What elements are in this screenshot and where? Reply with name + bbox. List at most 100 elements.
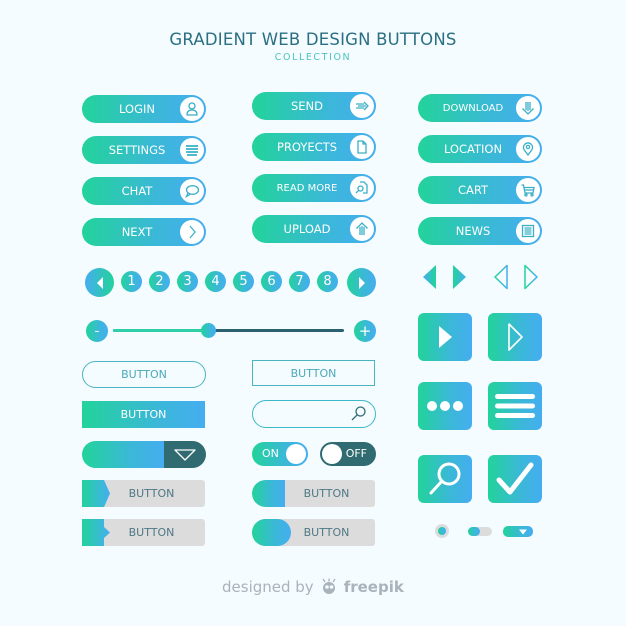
next-button[interactable]: NEXT: [82, 218, 206, 246]
footer-designed-by: designed by: [222, 578, 314, 596]
toggle-on[interactable]: ON: [252, 442, 308, 466]
slider-thumb[interactable]: [200, 323, 216, 338]
cart-icon: [516, 178, 540, 202]
dropdown-value: [82, 441, 164, 468]
location-button[interactable]: LOCATION: [418, 135, 542, 163]
page-7-button[interactable]: 7: [289, 271, 310, 292]
footer-brand: freepik: [343, 578, 404, 596]
search-square-button[interactable]: [418, 455, 472, 503]
grey-button-arrow-1[interactable]: BUTTON: [82, 480, 205, 507]
footer-credit: designed by freepik: [222, 578, 404, 596]
dropdown-select[interactable]: [82, 441, 206, 468]
outline-pill-button[interactable]: BUTTON: [82, 361, 206, 388]
more-button[interactable]: [418, 382, 472, 430]
page-4-button[interactable]: 4: [205, 271, 226, 292]
button-label: BUTTON: [128, 487, 175, 500]
triangle-left-icon[interactable]: [423, 265, 436, 289]
mini-toggle-knob: [468, 527, 480, 536]
search-input[interactable]: [263, 405, 352, 423]
notch-tab-icon: [82, 519, 110, 546]
document-search-icon: [350, 176, 374, 200]
hamburger-menu-icon: [495, 394, 535, 418]
arrow-tab-icon: [82, 480, 110, 507]
caret-down-icon: [519, 529, 527, 534]
settings-button[interactable]: SETTINGS: [82, 136, 206, 164]
menu-icon: [180, 138, 204, 162]
chat-bubble-icon: [180, 179, 204, 203]
menu-button[interactable]: [488, 382, 542, 430]
page-5-button[interactable]: 5: [233, 271, 254, 292]
search-icon: [429, 462, 461, 495]
dropdown-toggle[interactable]: [164, 441, 206, 468]
toggle-knob: [322, 444, 342, 464]
play-outline-button[interactable]: [488, 313, 542, 361]
triangle-right-icon: [358, 276, 365, 289]
chat-button[interactable]: CHAT: [82, 177, 206, 205]
radio-dot: [438, 527, 446, 535]
login-button[interactable]: LOGIN: [82, 95, 206, 123]
send-arrow-icon: [350, 94, 374, 118]
slider-decrease-button[interactable]: -: [86, 320, 108, 342]
toggle-knob: [286, 444, 306, 464]
pagination-next-button[interactable]: [347, 268, 376, 297]
outline-rect-button[interactable]: BUTTON: [252, 360, 375, 386]
freepik-logo-icon: [322, 578, 336, 594]
button-label: BUTTON: [121, 368, 167, 381]
page-2-button[interactable]: 2: [149, 271, 170, 292]
triangle-left-outline-icon[interactable]: [494, 264, 508, 290]
search-field[interactable]: [252, 400, 376, 428]
filled-rect-button[interactable]: BUTTON: [82, 401, 205, 428]
page-8-button[interactable]: 8: [317, 271, 338, 292]
newspaper-icon: [516, 219, 540, 243]
pill-tab: [252, 519, 291, 546]
page-6-button[interactable]: 6: [261, 271, 282, 292]
grey-button-full-pill[interactable]: BUTTON: [252, 519, 375, 546]
pagination-prev-button[interactable]: [85, 268, 114, 297]
send-button[interactable]: SEND: [252, 92, 376, 120]
check-button[interactable]: [488, 455, 542, 503]
mini-dropdown[interactable]: [503, 526, 533, 537]
chevron-down-icon: [174, 448, 196, 461]
checkmark-icon: [496, 462, 534, 495]
arrow-pair-outline: [494, 264, 538, 290]
slider-track[interactable]: [113, 323, 344, 338]
toggle-off[interactable]: OFF: [320, 442, 376, 466]
radio-button[interactable]: [435, 524, 449, 538]
proyects-button[interactable]: PROYECTS: [252, 133, 376, 161]
news-button[interactable]: NEWS: [418, 217, 542, 245]
upload-button[interactable]: UPLOAD: [252, 215, 376, 243]
page-subtitle: COLLECTION: [274, 52, 352, 63]
grey-button-arrow-2[interactable]: BUTTON: [82, 519, 205, 546]
half-pill-tab: [252, 480, 285, 507]
play-outline-icon: [508, 323, 523, 351]
mini-toggle[interactable]: [468, 527, 492, 536]
page-title: GRADIENT WEB DESIGN BUTTONS: [169, 30, 457, 49]
triangle-right-icon[interactable]: [453, 265, 466, 289]
play-button[interactable]: [418, 313, 472, 361]
button-label: BUTTON: [303, 487, 350, 500]
slider-increase-button[interactable]: +: [354, 320, 376, 342]
grey-button-half-pill[interactable]: BUTTON: [252, 480, 375, 507]
page-3-button[interactable]: 3: [177, 271, 198, 292]
cart-button[interactable]: CART: [418, 176, 542, 204]
page-1-button[interactable]: 1: [121, 271, 142, 292]
play-icon: [439, 326, 452, 348]
slider-fill: [113, 329, 208, 332]
button-label: BUTTON: [290, 366, 337, 380]
user-icon: [180, 97, 204, 121]
read-more-button[interactable]: READ MORE: [252, 174, 376, 202]
more-dots-icon: [427, 401, 463, 411]
map-pin-icon: [516, 137, 540, 161]
triangle-left-icon: [96, 276, 103, 289]
search-icon[interactable]: [350, 405, 367, 422]
button-label: BUTTON: [120, 408, 167, 421]
triangle-right-outline-icon[interactable]: [524, 264, 538, 290]
download-button[interactable]: DOWNLOAD: [418, 94, 542, 122]
download-arrow-icon: [516, 96, 540, 120]
arrow-pair-filled: [423, 265, 466, 289]
document-icon: [350, 135, 374, 159]
toggle-on-label: ON: [262, 447, 279, 460]
toggle-off-label: OFF: [345, 447, 367, 460]
upload-arrow-icon: [350, 217, 374, 241]
button-label: BUTTON: [128, 526, 175, 539]
